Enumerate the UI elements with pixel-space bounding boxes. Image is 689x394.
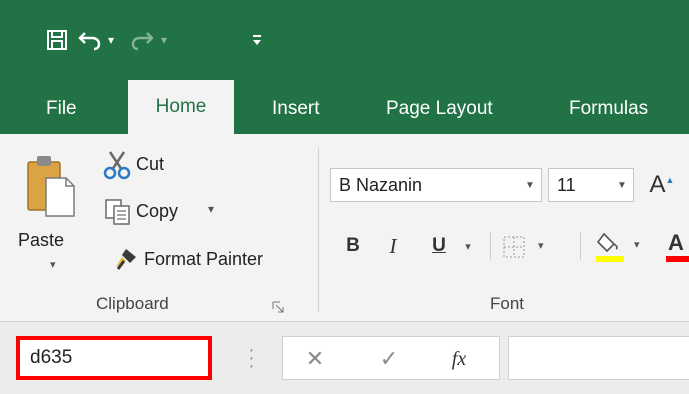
ribbon: Paste ▾ Cut Copy ▾ Format Painter Clipbo… bbox=[0, 134, 689, 322]
save-button[interactable] bbox=[40, 22, 74, 58]
tab-file[interactable]: File bbox=[46, 94, 77, 124]
undo-dropdown-icon[interactable]: ▾ bbox=[108, 22, 124, 58]
customize-qat-button[interactable] bbox=[250, 22, 268, 58]
font-name-value: B Nazanin bbox=[339, 174, 423, 195]
cancel-button[interactable]: ✕ bbox=[297, 337, 333, 381]
chevron-down-icon[interactable]: ▼ bbox=[519, 169, 541, 201]
tab-insert[interactable]: Insert bbox=[272, 94, 320, 124]
paint-bucket-icon bbox=[596, 232, 618, 253]
formula-input[interactable] bbox=[508, 336, 689, 380]
font-color-button[interactable]: A bbox=[660, 228, 689, 266]
increase-font-size-button[interactable]: A▲ bbox=[646, 168, 678, 202]
redo-dropdown-icon[interactable]: ▾ bbox=[161, 22, 177, 58]
toolbar-separator bbox=[490, 232, 491, 260]
borders-dropdown-icon[interactable]: ▾ bbox=[538, 239, 544, 252]
font-size-combo[interactable]: 11 ▼ bbox=[548, 168, 634, 202]
tab-page-layout[interactable]: Page Layout bbox=[386, 94, 493, 124]
formula-buttons: ✕ ✓ fx bbox=[282, 336, 500, 380]
dialog-launcher-icon bbox=[272, 301, 284, 313]
copy-dropdown-icon[interactable]: ▾ bbox=[208, 202, 214, 216]
paste-dropdown-icon[interactable]: ▾ bbox=[50, 258, 56, 271]
save-icon bbox=[47, 30, 67, 50]
bold-button[interactable]: B bbox=[338, 228, 368, 264]
copy-label: Copy bbox=[136, 201, 179, 221]
enter-button[interactable]: ✓ bbox=[371, 337, 407, 381]
formula-bar: d635 · · · ✕ ✓ fx bbox=[0, 322, 689, 394]
resize-handle-icon[interactable]: · · · bbox=[248, 340, 255, 376]
redo-button[interactable] bbox=[128, 22, 162, 58]
underline-button[interactable]: U bbox=[424, 228, 454, 264]
group-divider bbox=[318, 148, 319, 312]
toolbar-separator bbox=[580, 232, 581, 260]
fill-color-button[interactable]: ▾ bbox=[594, 228, 650, 266]
chevron-down-icon[interactable]: ▼ bbox=[611, 169, 633, 201]
font-group-label: Font bbox=[490, 294, 525, 313]
insert-function-button[interactable]: fx bbox=[439, 337, 479, 381]
tab-formulas[interactable]: Formulas bbox=[569, 94, 648, 124]
underline-dropdown-icon[interactable]: ▾ bbox=[460, 234, 476, 258]
increase-font-size-icon: A▲ bbox=[649, 171, 675, 198]
copy-icon bbox=[105, 199, 130, 225]
format-painter-icon bbox=[116, 249, 136, 270]
italic-button[interactable]: I bbox=[378, 228, 408, 264]
borders-icon bbox=[503, 236, 525, 258]
scissors-icon bbox=[103, 151, 131, 180]
name-box[interactable]: d635 bbox=[16, 336, 212, 380]
paste-icon bbox=[27, 156, 75, 217]
font-size-value: 11 bbox=[557, 174, 576, 195]
undo-icon bbox=[78, 32, 101, 51]
copy-button[interactable]: Copy ▾ bbox=[104, 192, 234, 232]
format-painter-button[interactable]: Format Painter bbox=[112, 240, 302, 280]
quick-access-toolbar: ▾ ▾ bbox=[0, 0, 689, 80]
clipboard-dialog-launcher[interactable] bbox=[272, 300, 284, 313]
fill-color-dropdown-icon[interactable]: ▾ bbox=[634, 238, 640, 251]
cut-button[interactable]: Cut bbox=[102, 146, 232, 186]
fill-color-swatch bbox=[596, 256, 624, 262]
paste-button[interactable]: Paste ▾ bbox=[18, 148, 88, 288]
font-color-icon: A bbox=[668, 230, 684, 255]
borders-button[interactable]: ▾ bbox=[502, 232, 552, 262]
paste-label: Paste bbox=[18, 230, 65, 250]
redo-icon bbox=[131, 32, 154, 51]
tab-home[interactable]: Home bbox=[128, 80, 234, 134]
font-color-swatch bbox=[666, 256, 689, 262]
clipboard-group-label: Clipboard bbox=[96, 294, 169, 313]
undo-button[interactable] bbox=[78, 22, 110, 58]
cut-label: Cut bbox=[136, 154, 165, 174]
ribbon-tabs: File Home Insert Page Layout Formulas bbox=[0, 80, 689, 134]
format-painter-label: Format Painter bbox=[144, 249, 264, 269]
font-name-combo[interactable]: B Nazanin ▼ bbox=[330, 168, 542, 202]
customize-qat-icon bbox=[253, 35, 261, 45]
